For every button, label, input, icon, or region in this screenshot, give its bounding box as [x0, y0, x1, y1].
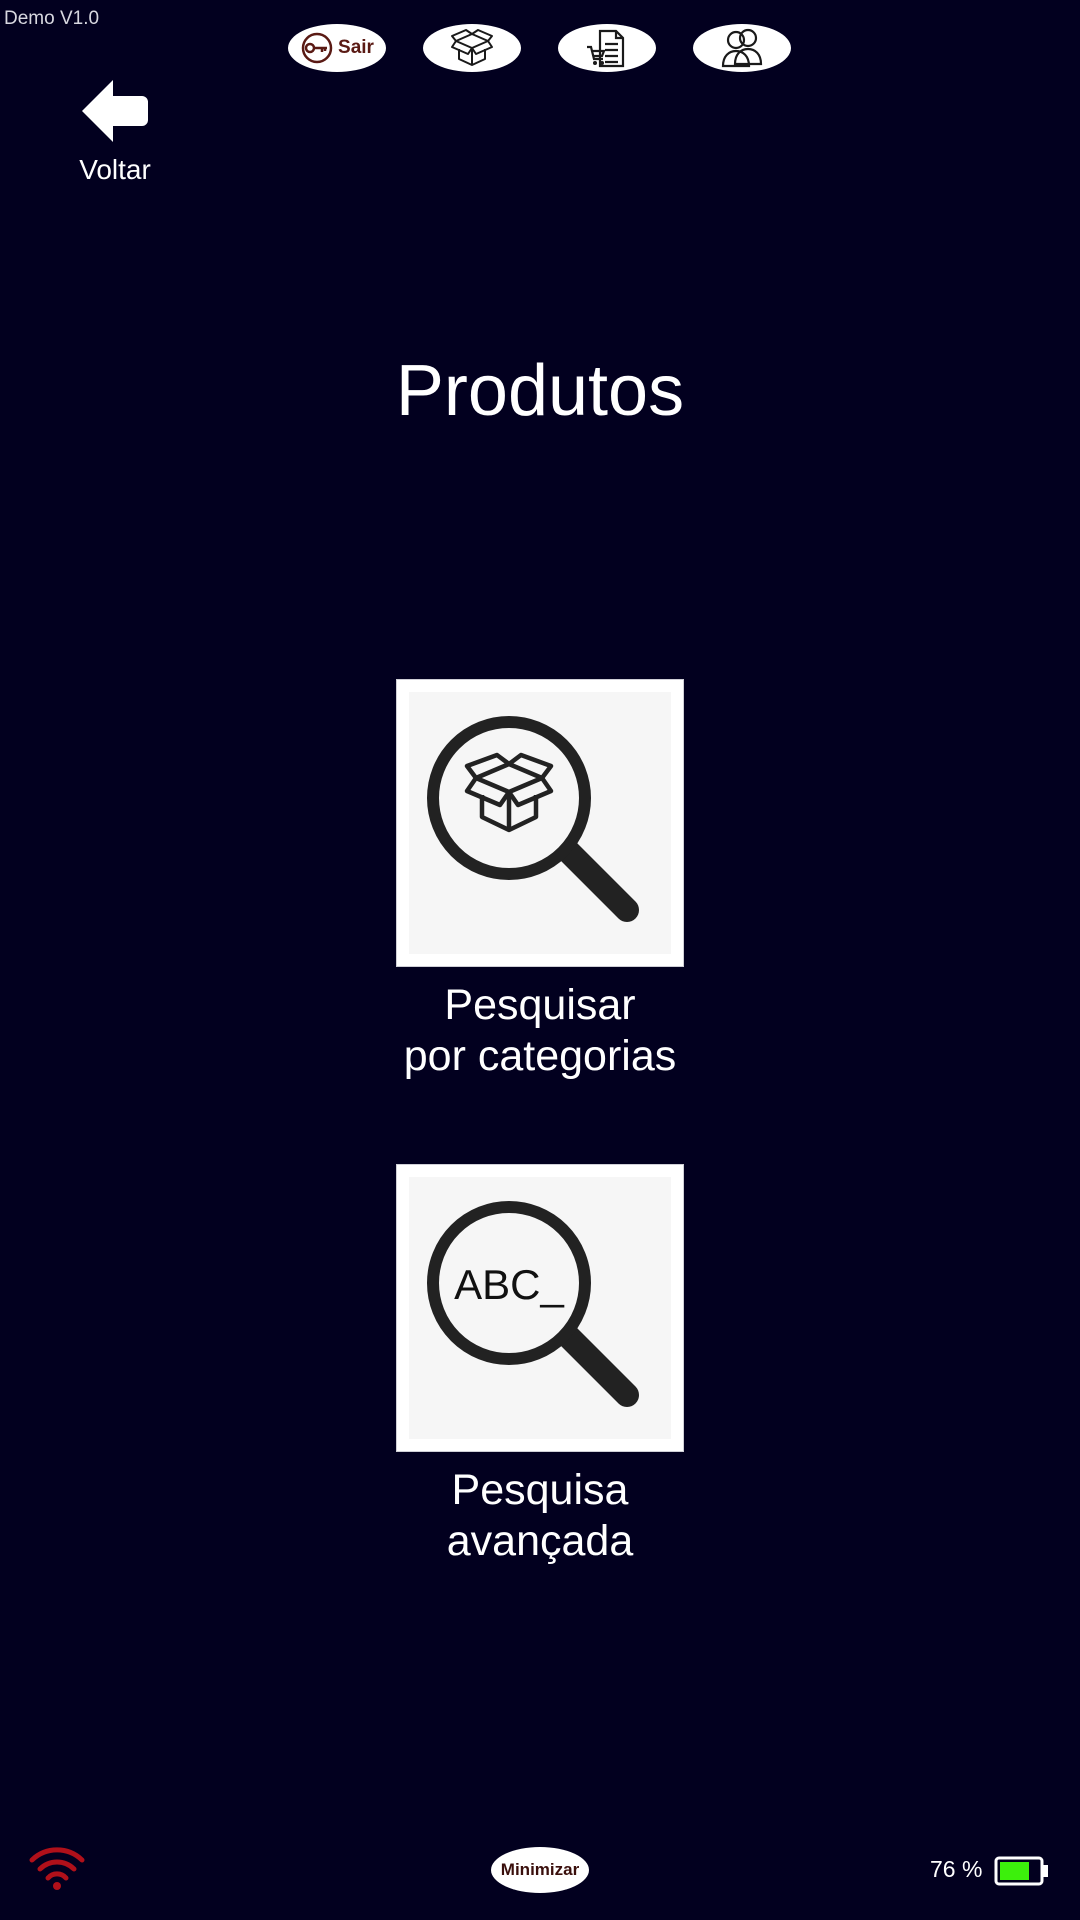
- box-icon: [451, 29, 493, 66]
- wifi-icon: [29, 1847, 85, 1890]
- logout-label: Sair: [338, 37, 374, 58]
- tile-label-line: Pesquisar: [444, 981, 636, 1029]
- orders-button[interactable]: [558, 24, 656, 72]
- logout-button[interactable]: Sair: [288, 24, 386, 72]
- search-by-category-label[interactable]: Pesquisar por categorias: [290, 980, 790, 1082]
- magnifier-abc-icon: ABC_: [427, 1201, 639, 1407]
- tile-label-line: avançada: [446, 1517, 634, 1565]
- battery-percentage: 76 %: [930, 1856, 983, 1882]
- battery-icon: [994, 1856, 1048, 1886]
- tile-label-line: por categorias: [403, 1032, 677, 1080]
- tile-background: ABC_: [409, 1177, 671, 1439]
- tile-label-line: Pesquisa: [451, 1466, 629, 1514]
- top-toolbar: Sair: [0, 24, 1080, 72]
- abc-glyph: ABC_: [454, 1261, 564, 1308]
- tile-background: [409, 692, 671, 954]
- arrow-left-icon: [82, 80, 148, 142]
- users-button[interactable]: [693, 24, 791, 72]
- back-button[interactable]: Voltar: [60, 78, 170, 193]
- advanced-search-label[interactable]: Pesquisa avançada: [290, 1465, 790, 1567]
- back-label: Voltar: [79, 154, 151, 185]
- key-icon: [301, 32, 333, 64]
- cart-document-icon: [587, 29, 625, 68]
- minimize-button[interactable]: Minimizar: [491, 1847, 589, 1893]
- battery-level-fill: [1000, 1862, 1029, 1880]
- minimize-label: Minimizar: [500, 1860, 580, 1879]
- search-by-category-tile[interactable]: [396, 679, 684, 967]
- advanced-search-tile[interactable]: ABC_: [396, 1164, 684, 1452]
- magnifier-box-icon: [427, 716, 639, 922]
- page-title: Produtos: [395, 351, 685, 431]
- users-icon: [721, 28, 763, 68]
- products-button[interactable]: [423, 24, 521, 72]
